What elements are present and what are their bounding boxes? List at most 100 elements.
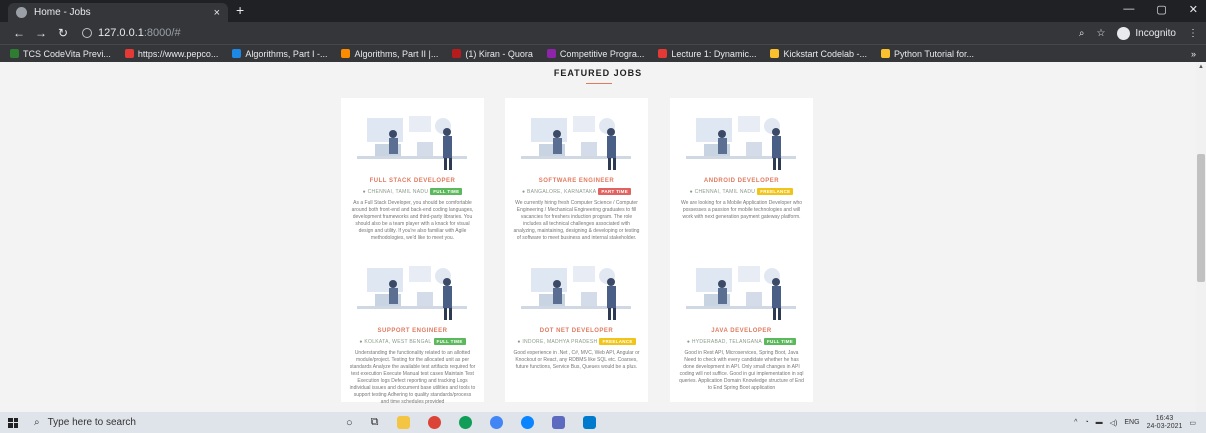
bookmark-item[interactable]: TCS CodeVita Previ... [10,49,111,59]
back-arrow-icon[interactable]: ← [8,26,30,40]
tab-title: Home - Jobs [34,7,91,18]
start-button[interactable] [0,417,26,428]
job-title[interactable]: SOFTWARE ENGINEER [513,178,640,184]
job-type-badge: FULL TIME [433,338,466,345]
bookmark-label: Python Tutorial for... [893,48,975,59]
job-card[interactable]: FULL STACK DEVELOPER ● CHENNAI, TAMIL NAD… [341,98,484,254]
chrome-icon[interactable] [427,416,441,429]
file-explorer-icon[interactable] [396,416,410,429]
bookmark-favicon-icon [770,49,780,58]
volume-icon[interactable]: ◁) [1110,419,1118,427]
incognito-indicator[interactable]: Incognito [1117,26,1176,40]
job-title[interactable]: DOT NET DEVELOPER [513,328,640,334]
job-description: Good experience in .Net , C#, MVC, Web A… [513,350,640,370]
heading-underline [586,83,612,84]
address-toolbar: ← → ↻ 127.0.0.1:8000/# ⌕ ☆ Incognito ⋮ [0,22,1206,44]
taskbar-search-placeholder: Type here to search [47,417,136,428]
job-illustration-icon [511,262,640,324]
job-location-row: ● HYDERABAD, TELANGANA FULL TIME [678,338,805,345]
job-card[interactable]: SOFTWARE ENGINEER ● BANGALORE, KARNATAKA P… [505,98,648,254]
job-type-badge: FREELANCE [599,338,636,345]
bookmark-item[interactable]: Competitive Progra... [546,48,645,59]
job-card[interactable]: ANDROID DEVELOPER ● CHENNAI, TAMIL NADU FR… [670,98,813,254]
job-illustration-icon [676,262,805,324]
url-host: 127.0.0.1 [98,27,144,39]
bookmark-label: Algorithms, Part II |... [354,48,439,59]
taskbar-search[interactable]: ⌕ Type here to search [26,412,276,433]
bookmarks-overflow-icon[interactable]: » [1191,49,1196,59]
job-illustration-icon [511,112,640,174]
incognito-favicon-icon [16,7,27,18]
job-description: Understanding the functionality related … [349,350,476,405]
job-type-badge: PART TIME [598,188,632,195]
scroll-up-icon[interactable]: ▲ [1196,64,1206,70]
job-location-row: ● CHENNAI, TAMIL NADU FULL TIME [349,188,476,195]
job-card[interactable]: DOT NET DEVELOPER ● INDORE, MADHYA PRADES… [505,248,648,402]
chrome-alt-icon[interactable] [458,416,472,429]
notifications-icon[interactable]: ▭ [1189,419,1196,427]
bookmark-label: Kickstart Codelab -... [783,48,867,59]
job-illustration-icon [347,112,476,174]
browser-tab[interactable]: Home - Jobs × [8,3,228,22]
zoom-search-icon[interactable]: ⌕ [1079,28,1085,39]
incognito-icon [1117,26,1131,40]
taskbar-clock[interactable]: 16:43 24-03-2021 [1147,415,1183,431]
job-card[interactable]: JAVA DEVELOPER ● HYDERABAD, TELANGANA FULL… [670,248,813,402]
store-icon[interactable] [551,416,565,429]
job-title[interactable]: SUPPORT ENGINEER [349,328,476,334]
page-scrollbar[interactable]: ▲ [1196,62,1206,412]
scrollbar-thumb[interactable] [1197,154,1205,282]
job-location: HYDERABAD, TELANGANA [691,339,762,345]
clock-time: 16:43 [1155,414,1174,422]
task-view-icon[interactable]: ⧉ [371,416,379,429]
close-tab-icon[interactable]: × [214,7,220,19]
bookmark-item[interactable]: Python Tutorial for... [880,48,975,59]
toolbar-right: ⌕ ☆ Incognito ⋮ [1079,26,1198,40]
bookmark-label: Algorithms, Part I -... [245,48,328,59]
network-icon[interactable]: ◔ [1084,419,1088,426]
language-indicator[interactable]: ENG [1124,419,1139,426]
job-location: CHENNAI, TAMIL NADU [367,189,429,195]
job-title[interactable]: ANDROID DEVELOPER [678,178,805,184]
job-card[interactable]: SUPPORT ENGINEER ● KOLKATA, WEST BENGAL FU… [341,248,484,405]
maximize-icon[interactable]: ▢ [1156,3,1166,16]
job-type-badge: FREELANCE [757,188,794,195]
battery-icon[interactable]: ▬ [1096,419,1103,426]
cortana-icon[interactable]: ○ [346,417,353,429]
bookmark-item[interactable]: Algorithms, Part I -... [232,49,327,59]
bookmark-label: https://www.pepco... [137,48,219,59]
new-tab-button[interactable]: + [236,2,244,18]
forward-arrow-icon[interactable]: → [30,26,52,40]
reload-icon[interactable]: ↻ [52,26,74,40]
menu-dots-icon[interactable]: ⋮ [1188,28,1198,39]
job-location-row: ● KOLKATA, WEST BENGAL FULL TIME [349,338,476,345]
bookmark-star-icon[interactable]: ☆ [1096,28,1105,39]
job-location: INDORE, MADHYA PRADESH [522,339,598,345]
bookmark-favicon-icon [341,49,351,58]
job-type-badge: FULL TIME [430,188,463,195]
bookmark-item[interactable]: Lecture 1: Dynamic... [658,49,756,59]
job-location-row: ● INDORE, MADHYA PRADESH FREELANCE [513,338,640,345]
job-illustration-icon [347,262,476,324]
search-icon: ⌕ [34,417,40,428]
url-path: :8000/# [143,27,181,39]
job-title[interactable]: FULL STACK DEVELOPER [349,178,476,184]
job-description: We currently hiring fresh Computer Scien… [513,200,640,241]
bookmark-item[interactable]: (1) Kiran - Quora [452,49,533,59]
bookmark-label: Competitive Progra... [559,48,645,59]
bookmark-item[interactable]: Algorithms, Part II |... [341,49,438,59]
url-field[interactable]: 127.0.0.1:8000/# [82,27,181,39]
bookmark-item[interactable]: Kickstart Codelab -... [770,49,867,59]
chevron-up-icon[interactable]: ^ [1074,419,1077,426]
close-window-icon[interactable]: ✕ [1189,3,1198,16]
bookmark-favicon-icon [658,49,668,58]
edge-icon[interactable] [520,416,534,429]
windows-taskbar: ⌕ Type here to search ○ ⧉ ^ ◔ ▬ ◁) ENG 1… [0,412,1206,433]
job-title[interactable]: JAVA DEVELOPER [678,328,805,334]
job-location: BANGALORE, KARNATAKA [526,189,597,195]
minimize-icon[interactable]: — [1123,3,1134,16]
site-info-icon[interactable] [82,28,92,38]
chrome-incognito-icon[interactable] [489,416,503,429]
bookmark-item[interactable]: https://www.pepco... [124,48,219,59]
vscode-icon[interactable] [582,416,596,429]
